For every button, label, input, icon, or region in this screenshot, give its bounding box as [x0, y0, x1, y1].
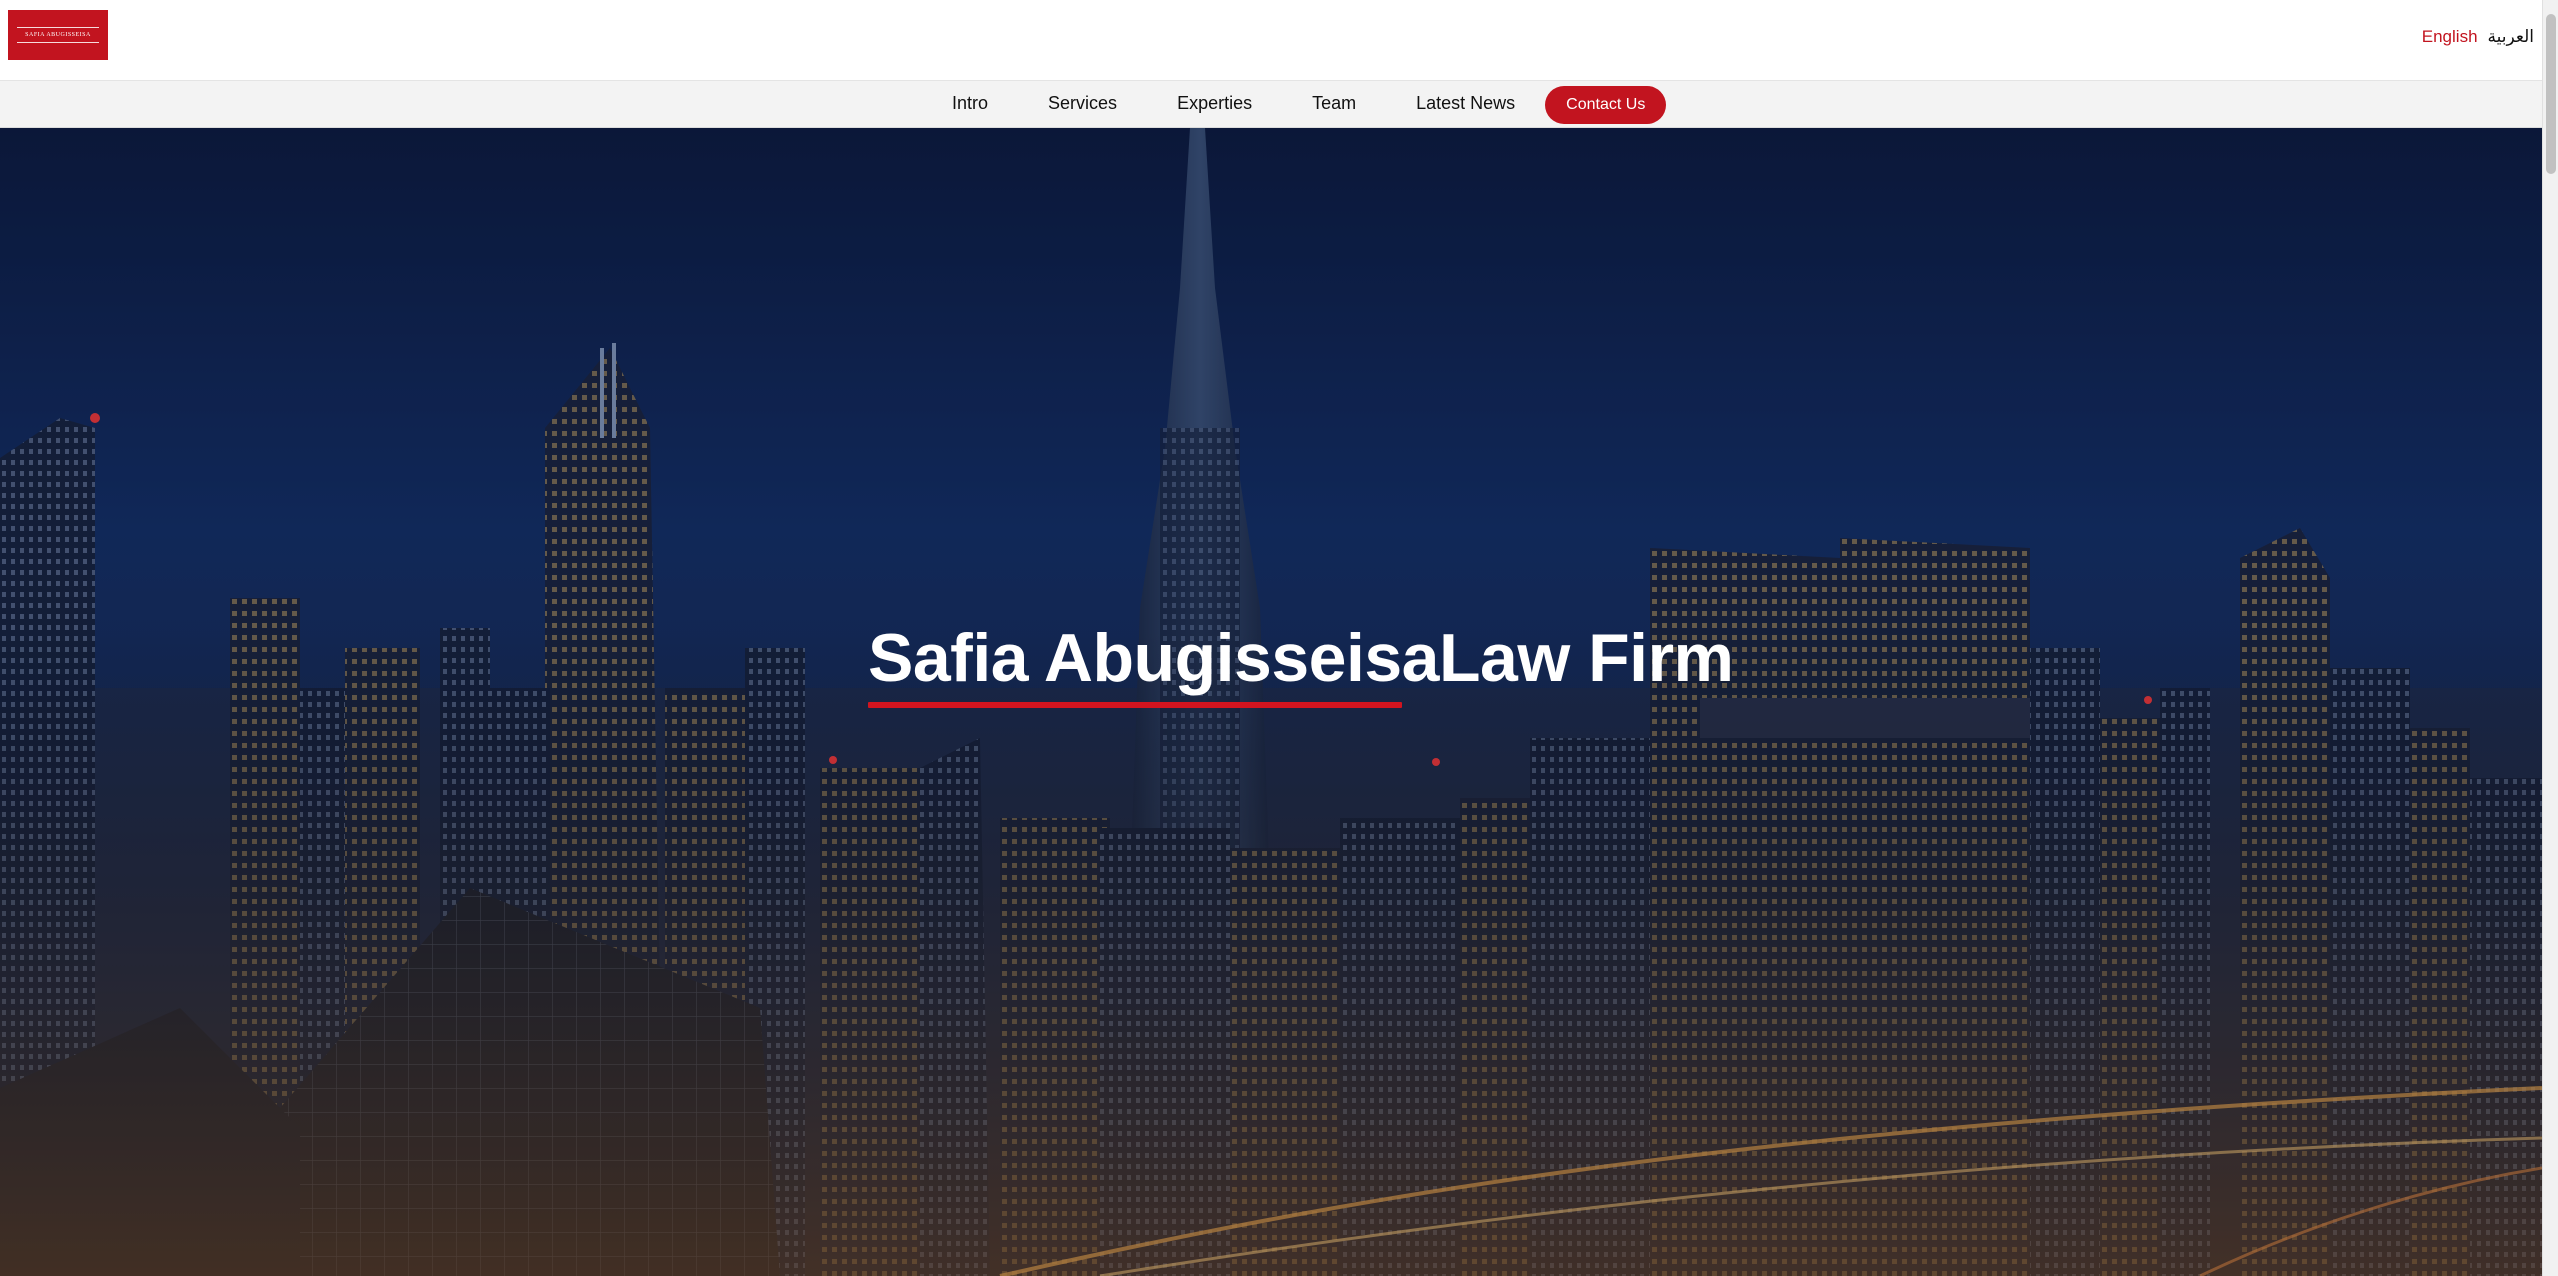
contact-us-button[interactable]: Contact Us — [1545, 86, 1667, 124]
hero-title-underline — [868, 702, 1402, 708]
hero-title: Safia AbugisseisaLaw Firm — [868, 620, 1734, 696]
nav-item-experties[interactable]: Experties — [1147, 91, 1282, 115]
language-english-link[interactable]: English — [2422, 26, 2478, 48]
language-switcher: English العربية — [2422, 26, 2534, 48]
main-nav: Intro Services Experties Team Latest New… — [0, 80, 2542, 128]
nav-item-intro[interactable]: Intro — [922, 91, 1018, 115]
nav-item-team[interactable]: Team — [1282, 91, 1386, 115]
page: SAFIA ABUGISSEISA English العربية Intro … — [0, 0, 2558, 1276]
logo-text: SAFIA ABUGISSEISA — [17, 27, 99, 43]
page-scrollbar[interactable] — [2542, 0, 2558, 1276]
language-arabic-link[interactable]: العربية — [2488, 26, 2534, 48]
firm-logo[interactable]: SAFIA ABUGISSEISA — [8, 10, 108, 60]
nav-items: Intro Services Experties Team Latest New… — [922, 81, 1667, 129]
nav-item-latest-news[interactable]: Latest News — [1386, 91, 1545, 115]
scrollbar-thumb[interactable] — [2546, 14, 2556, 174]
hero-section: Safia AbugisseisaLaw Firm — [0, 128, 2542, 1276]
nav-item-services[interactable]: Services — [1018, 91, 1147, 115]
top-header: SAFIA ABUGISSEISA English العربية — [0, 0, 2542, 80]
